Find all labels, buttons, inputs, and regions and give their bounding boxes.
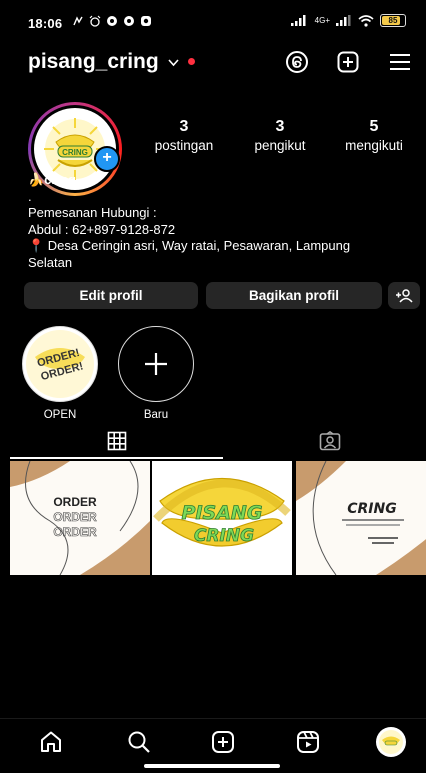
svg-text:ORDER: ORDER [53, 510, 97, 524]
stat-label: pengikut [254, 138, 306, 153]
create-icon[interactable] [336, 50, 360, 74]
highlight-label: OPEN [43, 409, 77, 421]
highlight-cover: ORDER! ORDER! [22, 326, 98, 402]
chevron-down-icon[interactable] [168, 55, 179, 70]
add-story-button[interactable]: + [94, 146, 120, 172]
app-notif-icon [107, 16, 117, 26]
new-highlight-circle [118, 326, 194, 402]
notification-dot [188, 58, 195, 65]
tab-tagged[interactable] [223, 424, 426, 458]
app-notif-icon [124, 16, 134, 26]
stat-following[interactable]: 5 mengikuti [334, 118, 414, 153]
plus-icon [145, 353, 167, 375]
app-notif-icon [141, 16, 151, 26]
profile-header: pisang_cring [28, 48, 410, 78]
username[interactable]: pisang_cring [28, 50, 159, 74]
bio-line: Abdul : 62+897-9128-872 [28, 221, 176, 237]
clock: 18:06 [28, 16, 63, 31]
tagged-icon [319, 431, 340, 451]
signal-icon [336, 15, 351, 26]
search-icon[interactable] [126, 729, 152, 755]
stat-posts[interactable]: 3 postingan [144, 118, 224, 153]
stat-count: 5 [369, 118, 379, 135]
post-thumbnail[interactable]: PISANG CRING [152, 461, 292, 575]
reels-icon[interactable] [295, 729, 321, 755]
grid-icon [107, 431, 126, 451]
svg-text:CRING: CRING [194, 526, 254, 546]
home-icon[interactable] [38, 729, 64, 755]
stat-label: mengikuti [345, 138, 403, 153]
edit-profile-button[interactable]: Edit profil [24, 282, 198, 309]
profile-avatar[interactable] [376, 727, 406, 757]
svg-text:CRING: CRING [347, 501, 396, 517]
highlight-label: Baru [143, 409, 169, 421]
threads-icon[interactable] [285, 50, 309, 74]
status-bar: 18:06 4G+ 85 [0, 0, 426, 44]
menu-icon[interactable] [388, 50, 412, 74]
wifi-icon [358, 14, 374, 27]
bio-line: . [28, 188, 32, 204]
home-indicator [144, 764, 280, 768]
signal-icon [290, 15, 306, 26]
share-profile-button[interactable]: Bagikan profil [206, 282, 382, 309]
tab-grid[interactable] [10, 424, 223, 458]
profile-name: 🍌cring [28, 172, 76, 187]
bio-line: 📍 Desa Ceringin asri, Way ratai, Pesawar… [28, 238, 351, 253]
stat-count: 3 [179, 118, 189, 135]
bio-line: Pemesanan Hubungi : [28, 205, 157, 220]
svg-text:ORDER: ORDER [53, 495, 97, 509]
notification-icons [72, 15, 152, 27]
svg-text:CRING: CRING [62, 148, 88, 157]
post-thumbnail[interactable]: ORDER ORDER ORDER [10, 461, 150, 575]
highlight-open[interactable]: ORDER! ORDER! OPEN [22, 326, 98, 421]
gallery-notif-icon [73, 16, 83, 26]
bio-line: Selatan [28, 254, 73, 270]
stat-followers[interactable]: 3 pengikut [240, 118, 320, 153]
add-person-icon [396, 288, 413, 303]
svg-text:PISANG: PISANG [182, 502, 263, 524]
battery-icon: 85 [380, 14, 406, 27]
active-tab-indicator [10, 457, 223, 459]
highlight-new[interactable]: Baru [118, 326, 194, 421]
svg-text:ORDER: ORDER [53, 525, 97, 539]
stat-label: postingan [154, 138, 214, 153]
network-type: 4G+ [314, 16, 330, 25]
post-thumbnail[interactable]: CRING [296, 461, 426, 575]
discover-people-button[interactable] [388, 282, 420, 309]
stat-count: 3 [275, 118, 285, 135]
bio: 🍌cring . Pemesanan Hubungi : Abdul : 62+… [28, 172, 408, 271]
alarm-icon [89, 15, 101, 27]
create-icon[interactable] [210, 729, 236, 755]
